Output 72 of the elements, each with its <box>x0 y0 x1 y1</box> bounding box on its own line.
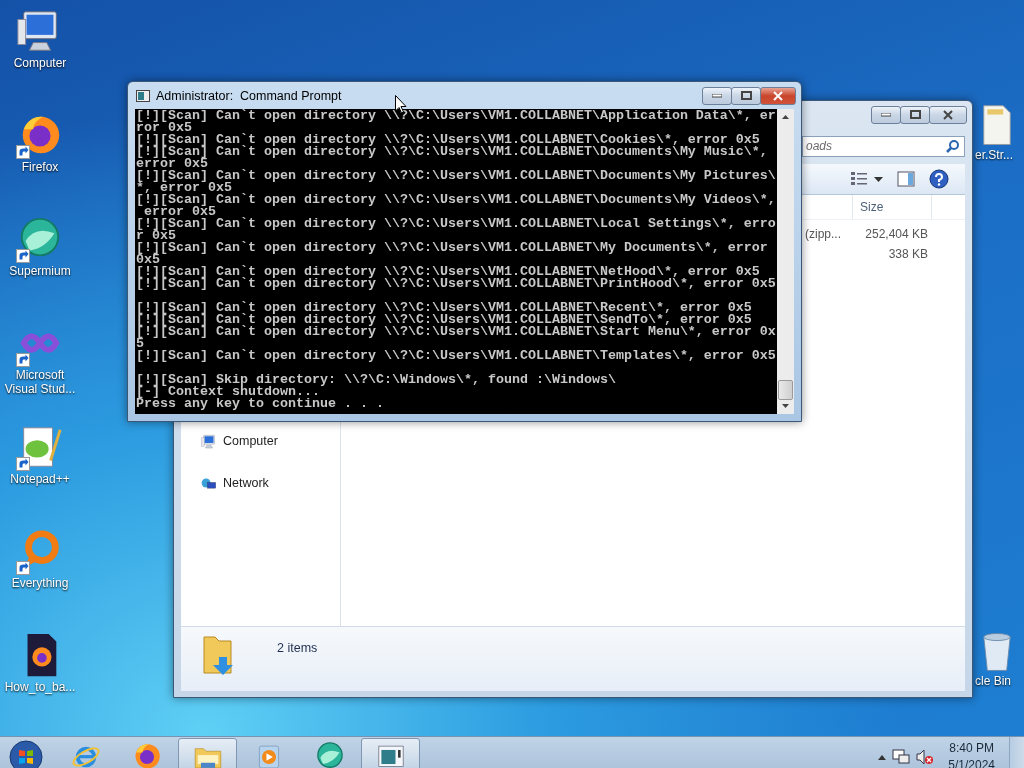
desktop-shortcut[interactable]: er.Str... <box>975 104 1019 162</box>
minimize-button[interactable] <box>702 86 732 105</box>
table-cell-text: (zipp... <box>804 227 842 241</box>
computer-icon <box>201 434 217 450</box>
scrollbar[interactable] <box>777 109 794 414</box>
close-icon <box>943 109 953 120</box>
console-line: [!][Scan] Skip directory: \\?\C:\Windows\*, found :\Windows\ <box>136 374 617 386</box>
start-button[interactable] <box>6 737 46 768</box>
column-header[interactable]: Size <box>852 195 932 219</box>
help-icon <box>929 169 949 189</box>
minimize-icon <box>881 112 891 117</box>
console-line: [!][Scan] Can`t open directory \\?\C:\Users\VM1.COLLABNET\Application Data\*, er <box>136 110 777 122</box>
windows-orb-icon <box>8 739 44 768</box>
search-icon <box>946 139 960 153</box>
console-line: [!][Scan] Can`t open directory \\?\C:\Users\VM1.COLLABNET\PrintHood\*, error 0x5 <box>136 278 777 290</box>
desktop-shortcut[interactable]: Notepad++ <box>0 424 80 528</box>
network-icon[interactable] <box>892 749 911 765</box>
console-line: [!][Scan] Can`t open directory \\?\C:\Users\VM1.COLLABNET\Templates\*, error 0x5 <box>136 350 777 362</box>
desktop-shortcut[interactable]: Supermium <box>0 216 80 320</box>
taskbar-button[interactable] <box>361 738 420 768</box>
minimize-icon <box>712 93 722 98</box>
restore-icon <box>909 110 921 119</box>
taskbar-button[interactable] <box>178 738 237 768</box>
console-line: [!][Scan] Can`t open directory \\?\C:\Users\VM1.COLLABNET\NetHood\*, error 0x5 <box>136 266 760 278</box>
restore-button[interactable] <box>900 105 930 124</box>
console-line: ror 0x5 <box>136 122 192 134</box>
console-line: [!][Scan] Can`t open directory \\?\C:\Users\VM1.COLLABNET\SendTo\*, error 0x5 <box>136 314 753 326</box>
caret-icon <box>874 176 883 182</box>
console-line: error 0x5 <box>136 158 209 170</box>
status-text: 2 items <box>277 641 318 655</box>
scroll-down-icon <box>782 404 789 408</box>
scroll-up-icon <box>782 115 789 119</box>
scroll-thumb[interactable] <box>778 380 793 400</box>
restore-icon <box>740 91 752 100</box>
console-line: Press any key to continue . . . <box>136 398 385 410</box>
nav-item[interactable]: Network <box>181 476 340 518</box>
search-field[interactable]: oads <box>802 135 965 157</box>
console-line: [!][Scan] Can`t open directory \\?\C:\Users\VM1.COLLABNET\My Documents\*, error <box>136 242 769 254</box>
preview-pane-button[interactable] <box>895 169 917 189</box>
desktop-shortcut[interactable]: cle Bin <box>975 630 1019 688</box>
desktop-shortcut[interactable]: Firefox <box>0 112 80 216</box>
help-button[interactable] <box>927 167 951 191</box>
speaker-muted-icon[interactable] <box>916 749 935 765</box>
table-cell-text: 338 KB <box>887 247 929 261</box>
desktop-shortcut[interactable]: Microsoft Visual Stud... <box>0 320 80 424</box>
minimize-button[interactable] <box>871 105 901 124</box>
restore-button[interactable] <box>731 86 761 105</box>
show-hidden-icons-icon[interactable] <box>878 754 887 760</box>
pane-icon <box>897 171 915 187</box>
console-line: [!][Scan] Can`t open directory \\?\C:\Users\VM1.COLLABNET\Cookies\*, error 0x5 <box>136 134 760 146</box>
console-line: [-] Context shutdown... <box>136 386 320 398</box>
window-title: Administrator: Command Prompt <box>156 88 343 103</box>
console-line: [!][Scan] Can`t open directory \\?\C:\Users\VM1.COLLABNET\Start Menu\*, error 0x <box>136 326 777 338</box>
close-button[interactable] <box>929 105 967 124</box>
close-icon <box>773 90 783 101</box>
console-line: 0x5 <box>136 254 160 266</box>
console-line: r 0x5 <box>136 230 176 242</box>
console-line: [!][Scan] Can`t open directory \\?\C:\Users\VM1.COLLABNET\Local Settings\*, erro <box>136 218 777 230</box>
console-line: *, error 0x5 <box>136 182 232 194</box>
console-line: 5 <box>136 338 144 350</box>
console-line: error 0x5 <box>144 206 216 218</box>
table-cell-text: 252,404 KB <box>864 227 929 241</box>
console-window-icon <box>136 89 150 102</box>
console-line: [!][Scan] Can`t open directory \\?\C:\Users\VM1.COLLABNET\Documents\My Videos\*, <box>136 194 777 206</box>
nav-item[interactable]: Computer <box>181 434 340 476</box>
console-line: [!][Scan] Can`t open directory \\?\C:\Users\VM1.COLLABNET\Documents\My Pictures\ <box>136 170 777 182</box>
close-button[interactable] <box>760 86 796 105</box>
network-icon <box>201 476 217 492</box>
console-line: [!][Scan] Can`t open directory \\?\C:\Users\VM1.COLLABNET\Recent\*, error 0x5 <box>136 302 753 314</box>
console-line: [!][Scan] Can`t open directory \\?\C:\Users\VM1.COLLABNET\Documents\My Music\*, <box>136 146 769 158</box>
desktop-shortcut[interactable]: Computer <box>0 8 80 112</box>
list-view-icon <box>850 171 868 187</box>
